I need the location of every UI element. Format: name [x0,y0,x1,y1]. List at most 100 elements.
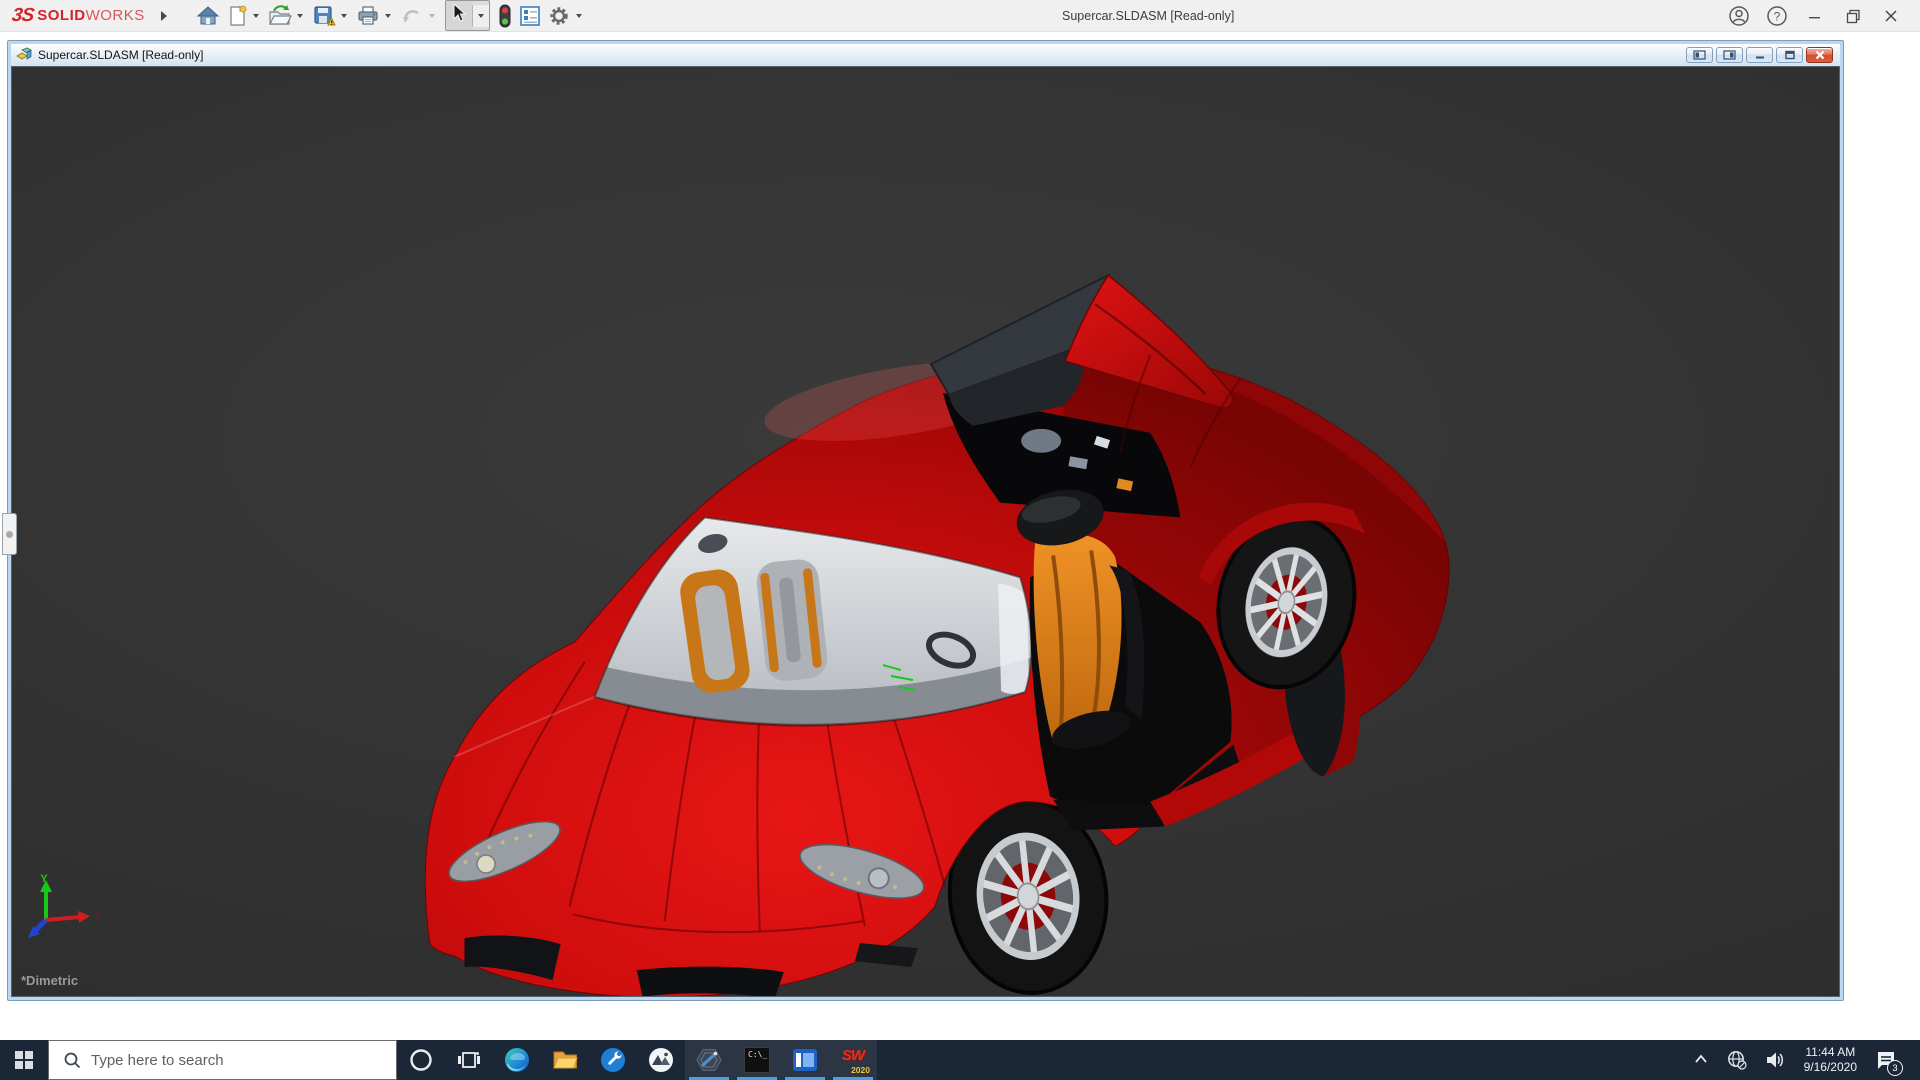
document-window: Supercar.SLDASM [Read-only] [7,40,1844,1001]
hidden-icons-button[interactable] [1686,1040,1716,1080]
solidworks-taskbar-button[interactable]: SW 2020 [829,1040,877,1080]
open-dropdown[interactable] [297,14,303,18]
svg-text:X: X [95,912,102,923]
3d-viewport[interactable]: Y X *Dimetric [11,66,1840,997]
doc-restore-icon [1784,50,1796,60]
network-globe-no-internet-icon [1727,1050,1747,1070]
document-title: Supercar.SLDASM [Read-only] [38,48,203,62]
system-tray: 11:44 AM 9/16/2020 3 [1686,1040,1920,1080]
notification-count-badge: 3 [1887,1060,1903,1076]
command-prompt-button[interactable]: C:\_ [733,1040,781,1080]
solidworks-application: 3S SOLIDWORKS [0,0,1920,1080]
new-document-button[interactable] [223,3,251,29]
taskbar-clock[interactable]: 11:44 AM 9/16/2020 [1796,1045,1865,1075]
options-form-button[interactable] [516,3,544,29]
search-icon [63,1051,81,1069]
command-prompt-icon: C:\_ [744,1047,770,1073]
assembly-document-icon [15,47,32,63]
volume-button[interactable] [1758,1040,1792,1080]
doc-close-button[interactable] [1806,47,1833,63]
taskbar-app-icons: C:\_ SW 2020 [397,1040,877,1080]
minimize-icon [1808,9,1822,23]
main-client-area: Supercar.SLDASM [Read-only] [0,33,1920,1040]
supercar-3d-model[interactable] [12,67,1839,996]
close-icon [1884,9,1898,23]
undo-icon [400,4,424,28]
tile-left-icon [1693,50,1706,60]
windows-start-icon [15,1051,33,1069]
open-button[interactable] [265,3,295,29]
action-center-button[interactable]: 3 [1869,1040,1909,1080]
settings-dropdown[interactable] [576,14,582,18]
print-icon [356,4,380,28]
restore-icon [1846,9,1861,24]
undo-button[interactable] [397,3,427,29]
save-dropdown[interactable] [341,14,347,18]
doc-tile-right-button[interactable] [1716,47,1743,63]
window-title: Supercar.SLDASM [Read-only] [1062,0,1234,32]
close-button[interactable] [1876,3,1906,29]
options-form-icon [519,5,541,27]
new-document-icon [226,4,248,28]
handle-dot-icon [6,531,13,538]
speaker-icon [1765,1050,1785,1070]
select-cursor-icon [450,3,468,23]
titlebar-right-controls: ? [1724,0,1920,32]
photos-app-button[interactable] [637,1040,685,1080]
cortana-icon [408,1047,434,1073]
document-window-controls [1686,47,1836,63]
solidworks-brand: 3S SOLIDWORKS [0,5,145,27]
photos-icon [647,1046,675,1074]
select-tool-dropdown[interactable] [472,5,489,27]
new-document-dropdown[interactable] [253,14,259,18]
hexagon-3d-app-button[interactable] [685,1040,733,1080]
app-titlebar: 3S SOLIDWORKS [0,0,1920,32]
settings-button[interactable] [544,3,574,29]
menu-flyout-arrow-icon[interactable] [161,11,167,21]
task-view-icon [456,1047,482,1073]
home-button[interactable] [193,3,223,29]
orientation-triad: Y X [26,872,104,944]
restore-button[interactable] [1838,3,1868,29]
clock-date: 9/16/2020 [1804,1060,1857,1075]
solidworks-2020-icon: SW 2020 [838,1045,868,1075]
document-titlebar[interactable]: Supercar.SLDASM [Read-only] [11,44,1840,66]
feature-panel-collapse-handle[interactable] [2,513,17,555]
dassault-3ds-logo-icon: 3S [10,5,34,27]
edge-button[interactable] [493,1040,541,1080]
account-button[interactable] [1724,3,1754,29]
doc-restore-button[interactable] [1776,47,1803,63]
start-button[interactable] [0,1040,48,1080]
print-button[interactable] [353,3,383,29]
cortana-button[interactable] [397,1040,445,1080]
print-dropdown[interactable] [385,14,391,18]
file-explorer-icon [551,1046,579,1074]
hidden-icons-chevron-icon [1693,1052,1709,1068]
support-wrench-icon [599,1046,627,1074]
network-button[interactable] [1720,1040,1754,1080]
blue-window-app-button[interactable] [781,1040,829,1080]
task-view-button[interactable] [445,1040,493,1080]
save-button[interactable] [309,3,339,29]
doc-minimize-button[interactable] [1746,47,1773,63]
taskbar-search[interactable] [48,1040,397,1080]
home-icon [196,4,220,28]
undo-dropdown[interactable] [429,14,435,18]
doc-close-icon [1814,50,1826,60]
minimize-button[interactable] [1800,3,1830,29]
open-icon [268,4,292,28]
file-explorer-button[interactable] [541,1040,589,1080]
rebuild-traffic-light-icon [497,4,513,28]
doc-tile-left-button[interactable] [1686,47,1713,63]
search-input[interactable] [91,1052,396,1069]
brand-text-solid: SOLID [37,7,85,24]
rebuild-button[interactable] [494,3,516,29]
front-grille-center [637,967,784,996]
account-icon [1728,5,1750,27]
help-button[interactable]: ? [1762,3,1792,29]
select-tool-button[interactable] [446,1,472,30]
help-icon: ? [1766,5,1788,27]
svg-text:?: ? [1774,10,1781,24]
save-icon [312,4,336,28]
support-tool-button[interactable] [589,1040,637,1080]
